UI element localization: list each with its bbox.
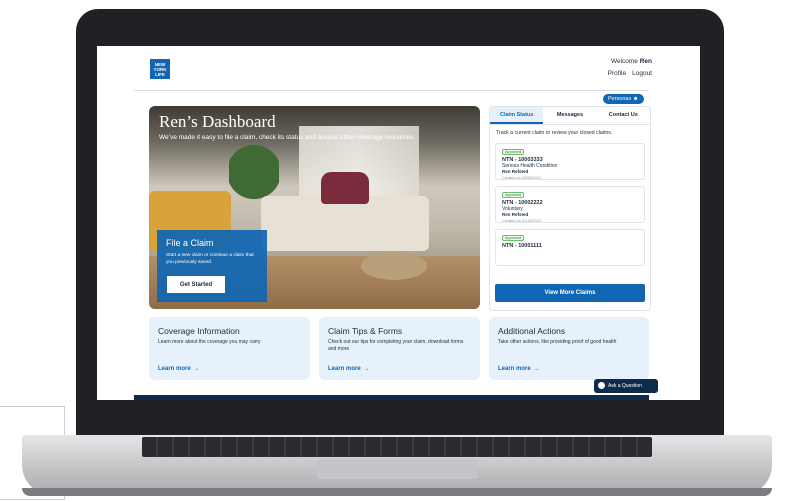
claim-number: NTN - 10001111 xyxy=(502,243,542,249)
claim-tips-text: Check out our tips for completing your c… xyxy=(328,339,464,352)
personas-label: Personas xyxy=(608,96,632,102)
claim-item[interactable]: Approved NTN - 10003333 Serious Health C… xyxy=(495,143,645,180)
profile-link[interactable]: Profile xyxy=(608,70,626,77)
claim-created-date: Created on 01/10/2024 xyxy=(502,219,541,223)
claims-tabs: Claim Status Messages Contact Us xyxy=(490,107,650,125)
hero-subtitle: We’ve made it easy to file a claim, chec… xyxy=(159,134,416,141)
coverage-info-card: Coverage Information Learn more about th… xyxy=(149,317,310,380)
arrow-right-icon: → xyxy=(533,366,540,372)
page-title: Ren’s Dashboard xyxy=(159,112,276,131)
logout-link[interactable]: Logout xyxy=(632,70,652,77)
claims-list: Approved NTN - 10003333 Serious Health C… xyxy=(495,143,645,272)
coverage-learn-more-link[interactable]: Learn more → xyxy=(158,366,200,372)
view-more-claims-button[interactable]: View More Claims xyxy=(495,284,645,302)
arrow-right-icon: → xyxy=(363,366,370,372)
hero-image-pouf xyxy=(361,252,427,280)
status-badge: Approved xyxy=(502,235,525,241)
learn-more-label: Learn more xyxy=(498,366,531,372)
header-divider xyxy=(134,90,649,91)
file-claim-title: File a Claim xyxy=(166,238,214,248)
user-name: Ren xyxy=(639,58,652,65)
hero-image-sofa xyxy=(261,196,429,251)
ask-question-label: Ask a Question xyxy=(608,383,642,389)
personas-button[interactable]: Personas ☻ xyxy=(603,94,644,104)
chat-icon xyxy=(598,382,605,390)
welcome-prefix: Welcome xyxy=(610,58,640,65)
welcome-text: Welcome Ren xyxy=(611,58,652,65)
claim-item[interactable]: Approved NTN - 10002222 Voluntary Ren Re… xyxy=(495,186,645,223)
laptop-front-edge xyxy=(22,488,772,496)
arrow-right-icon: → xyxy=(193,366,200,372)
additional-actions-learn-more-link[interactable]: Learn more → xyxy=(498,366,540,372)
claim-tips-learn-more-link[interactable]: Learn more → xyxy=(328,366,370,372)
top-links: Profile Logout xyxy=(602,70,652,77)
additional-actions-text: Take other actions, like providing proof… xyxy=(498,339,617,345)
file-claim-text: Start a new claim or continue a claim th… xyxy=(166,253,254,265)
file-claim-card: File a Claim Start a new claim or contin… xyxy=(157,230,267,302)
coverage-info-title: Coverage Information xyxy=(158,326,240,336)
additional-actions-card: Additional Actions Take other actions, l… xyxy=(489,317,649,380)
tab-messages[interactable]: Messages xyxy=(543,107,596,124)
ask-question-button[interactable]: Ask a Question xyxy=(594,379,658,393)
claimant-name: Ren Refsted xyxy=(502,212,529,217)
new-york-life-logo[interactable]: NEW YORK LIFE xyxy=(150,59,170,79)
claim-tips-card: Claim Tips & Forms Check out our tips fo… xyxy=(319,317,480,380)
trackpad xyxy=(317,459,477,479)
learn-more-label: Learn more xyxy=(328,366,361,372)
footer-bar xyxy=(134,395,649,400)
additional-actions-title: Additional Actions xyxy=(498,326,566,336)
laptop-keyboard-deck xyxy=(22,435,772,495)
keyboard xyxy=(142,437,652,457)
claim-created-date: Created on 03/05/2024 xyxy=(502,176,541,180)
status-badge: Approved xyxy=(502,149,525,155)
person-icon: ☻ xyxy=(632,96,639,102)
learn-more-label: Learn more xyxy=(158,366,191,372)
claim-tips-title: Claim Tips & Forms xyxy=(328,326,403,336)
hero-banner: Ren’s Dashboard We’ve made it easy to fi… xyxy=(149,106,480,309)
hero-image-person xyxy=(321,172,369,204)
status-badge: Approved xyxy=(502,192,525,198)
laptop-screen: NEW YORK LIFE Welcome Ren Profile Logout … xyxy=(97,46,700,400)
claim-item[interactable]: Approved NTN - 10001111 xyxy=(495,229,645,266)
coverage-info-text: Learn more about the coverage you may ca… xyxy=(158,339,261,345)
tab-claim-status[interactable]: Claim Status xyxy=(490,107,544,124)
track-claims-text: Track a current claim or review your clo… xyxy=(496,130,613,136)
tab-contact-us[interactable]: Contact Us xyxy=(597,107,650,124)
claimant-name: Ren Refsted xyxy=(502,169,529,174)
get-started-button[interactable]: Get Started xyxy=(167,276,225,293)
claims-panel: Claim Status Messages Contact Us Track a… xyxy=(489,106,651,311)
